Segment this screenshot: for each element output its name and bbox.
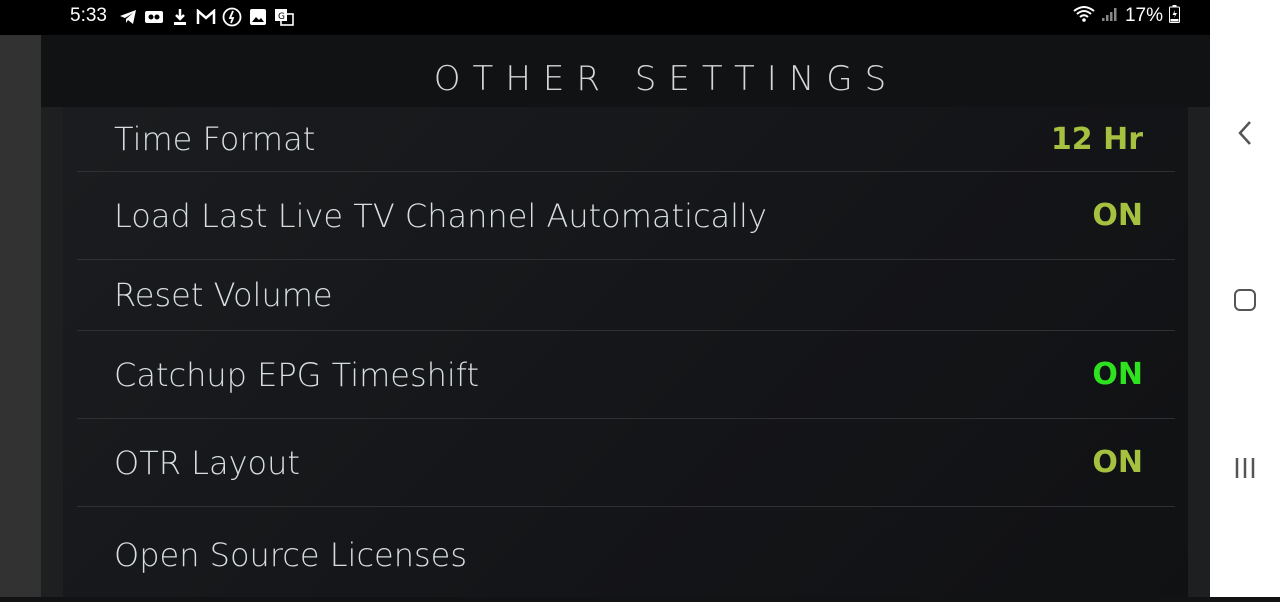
panel-edge-left xyxy=(41,107,63,597)
setting-label: Catchup EPG Timeshift xyxy=(114,355,480,394)
system-status: 17% xyxy=(1073,5,1180,27)
header: OTHER SETTINGS xyxy=(41,35,1210,107)
telegram-icon xyxy=(118,7,138,27)
translate-icon: G xyxy=(274,7,294,27)
gallery-icon xyxy=(248,7,268,27)
status-time: 5:33 xyxy=(70,5,107,26)
setting-time-format[interactable]: Time Format 12 Hr xyxy=(77,107,1175,172)
setting-open-source-licenses[interactable]: Open Source Licenses xyxy=(77,507,1175,602)
download-icon xyxy=(170,7,190,27)
recents-icon xyxy=(1235,458,1255,478)
settings-list: Time Format 12 Hr Load Last Live TV Chan… xyxy=(77,107,1175,602)
side-strip xyxy=(0,35,41,597)
setting-value: 12 Hr xyxy=(1050,121,1143,157)
battery-percent: 17% xyxy=(1124,5,1163,26)
voicemail-icon xyxy=(144,7,164,27)
navigation-bar xyxy=(1210,0,1280,597)
setting-value: ON xyxy=(1092,445,1143,480)
setting-label: Open Source Licenses xyxy=(114,535,468,574)
settings-screen: OTHER SETTINGS Time Format 12 Hr Load La… xyxy=(41,35,1210,597)
setting-value: ON xyxy=(1092,198,1143,233)
setting-load-last-channel[interactable]: Load Last Live TV Channel Automatically … xyxy=(77,172,1175,260)
setting-label: Reset Volume xyxy=(114,276,333,314)
home-icon xyxy=(1234,289,1256,311)
setting-label: OTR Layout xyxy=(114,443,300,482)
recents-button[interactable] xyxy=(1232,455,1258,481)
panel-edge-right xyxy=(1188,107,1210,597)
setting-otr-layout[interactable]: OTR Layout ON xyxy=(77,419,1175,507)
setting-value: ON xyxy=(1092,357,1143,392)
setting-catchup-epg-timeshift[interactable]: Catchup EPG Timeshift ON xyxy=(77,331,1175,419)
setting-label: Time Format xyxy=(114,120,316,158)
home-button[interactable] xyxy=(1232,287,1258,313)
svg-text:G: G xyxy=(278,12,285,22)
back-icon xyxy=(1238,121,1251,145)
notification-icons: G xyxy=(118,7,294,27)
wifi-icon xyxy=(1073,5,1095,27)
page-title: OTHER SETTINGS xyxy=(433,59,899,99)
gmail-icon xyxy=(196,7,216,27)
signal-icon xyxy=(1101,6,1119,26)
status-bar: 5:33 G 17% xyxy=(0,0,1210,35)
messenger-icon xyxy=(222,7,242,27)
setting-reset-volume[interactable]: Reset Volume xyxy=(77,260,1175,331)
setting-label: Load Last Live TV Channel Automatically xyxy=(114,196,767,235)
back-button[interactable] xyxy=(1232,120,1258,146)
battery-icon xyxy=(1169,5,1180,27)
